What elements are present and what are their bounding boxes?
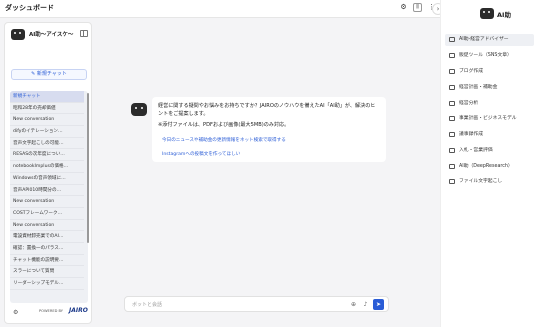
chat-bubble-icon xyxy=(449,116,455,121)
assistant-menu-title: AI助 xyxy=(497,11,511,19)
history-item[interactable]: New conversation xyxy=(10,196,84,208)
menu-item-label: ブログ作成 xyxy=(459,69,483,74)
settings-icon[interactable]: ⚙ xyxy=(399,3,408,12)
chat-bubble-icon xyxy=(449,37,455,42)
powered-by-label: POWERED BY xyxy=(39,309,63,313)
menu-item[interactable]: 販促ツール（SNS文章） xyxy=(445,50,534,62)
menu-item-label: AI助（DeepResearch） xyxy=(459,164,513,169)
header-actions: ⚙ ⫼ ⋮ xyxy=(399,3,436,12)
microphone-icon[interactable]: ♪ xyxy=(361,300,370,309)
chat-bubble-icon xyxy=(449,85,455,90)
history-item[interactable]: 確認：置換一のパラス… xyxy=(10,243,84,255)
history-item[interactable]: notebookImplusの価格… xyxy=(10,161,84,173)
history-item[interactable]: 昭和28年の売却価値 xyxy=(10,103,84,115)
menu-item-label: 経営計画・補助金 xyxy=(459,85,498,90)
chat-bubble-icon xyxy=(449,132,455,137)
menu-item-label: 販促ツール（SNS文章） xyxy=(459,53,512,58)
menu-item-label: 事業計画・ビジネスモデル xyxy=(459,116,517,121)
bot-logo-icon xyxy=(11,29,25,40)
sidebar-toggle-icon[interactable] xyxy=(80,30,88,37)
attach-icon[interactable]: ⊕ xyxy=(349,300,358,309)
chat-bubble-icon xyxy=(449,101,455,106)
chart-icon[interactable]: ⫼ xyxy=(413,3,422,12)
chat-bubble-icon xyxy=(449,69,455,74)
jairo-logo: JAIRO xyxy=(69,307,88,314)
send-button[interactable]: ➤ xyxy=(373,299,384,310)
chat-bubble-icon xyxy=(449,164,455,169)
menu-item[interactable]: 事業計画・ビジネスモデル xyxy=(445,113,534,125)
chat-bubble-icon xyxy=(449,53,455,58)
history-item[interactable]: スラーについて質問 xyxy=(10,266,84,278)
top-header: ダッシュボード ⚙ ⫼ ⋮ xyxy=(0,0,440,18)
menu-item[interactable]: 議事録作成 xyxy=(445,129,534,141)
chat-input-bar[interactable]: ボットと会話 ⊕ ♪ ➤ xyxy=(124,296,389,312)
new-chat-button[interactable]: ✎ 新規チャット xyxy=(11,69,87,80)
history-item[interactable]: 新規チャット xyxy=(10,91,84,103)
chat-input[interactable]: ボットと会話 xyxy=(132,301,162,308)
menu-item-label: AI助-経営アドバイザー xyxy=(459,37,509,42)
history-item[interactable]: New conversation xyxy=(10,114,84,127)
history-item[interactable]: RESASの次年度につい… xyxy=(10,149,84,162)
history-item[interactable]: difyのイテレーション… xyxy=(10,126,84,138)
menu-item-label: ファイル文字起こし xyxy=(459,179,503,184)
new-chat-label: 新規チャット xyxy=(36,71,67,77)
chat-bubble-icon xyxy=(449,148,455,153)
menu-item-label: 経営分析 xyxy=(459,101,479,106)
history-item[interactable]: Windowsの音声領域に… xyxy=(10,173,84,185)
history-item[interactable]: New conversation xyxy=(10,220,84,232)
gear-icon[interactable]: ⚙ xyxy=(13,309,18,316)
suggestion-button[interactable]: 今日のニュースや補助金の更新情報をネット検索で取得する xyxy=(156,136,292,146)
panel-header: AI助〜アイスケ〜 xyxy=(5,23,91,47)
dashboard-page: ダッシュボード ⚙ ⫼ ⋮ › AI助〜アイスケ〜 ✎ 新規チャット 新規チャッ… xyxy=(0,0,536,327)
attachment-note: ※添付ファイルは、PDFおよび画像(最大5MB)のみ対応。 xyxy=(158,122,290,128)
history-list: 新規チャット 昭和28年の売却価値 New conversation difyの… xyxy=(10,91,88,303)
menu-item[interactable]: AI助-経営アドバイザー xyxy=(445,34,534,46)
suggestion-button[interactable]: Instagramへの投稿文を作ってほしい xyxy=(156,150,247,160)
page-title: ダッシュボード xyxy=(5,4,54,12)
bot-logo-icon xyxy=(480,8,494,19)
history-scrollbar[interactable] xyxy=(87,93,89,243)
menu-item[interactable]: ブログ作成 xyxy=(445,66,534,78)
chat-area xyxy=(96,22,433,324)
menu-item-label: 議事録作成 xyxy=(459,132,483,137)
history-item[interactable]: COSTフレームワーク… xyxy=(10,208,84,220)
chat-bubble-icon xyxy=(449,179,455,184)
menu-item[interactable]: AI助（DeepResearch） xyxy=(445,161,534,173)
menu-item[interactable]: ファイル文字起こし xyxy=(445,176,534,188)
menu-item-label: 入札・営業評価 xyxy=(459,148,493,153)
history-item[interactable]: 音声API010時間分の… xyxy=(10,185,84,197)
history-item[interactable]: 音声文字起こしの可能… xyxy=(10,138,84,150)
history-item[interactable]: チャット機能の説明要… xyxy=(10,255,84,267)
menu-item[interactable]: 経営計画・補助金 xyxy=(445,82,534,94)
chat-history-panel: AI助〜アイスケ〜 ✎ 新規チャット 新規チャット 昭和28年の売却価値 New… xyxy=(4,22,92,324)
menu-item[interactable]: 経営分析 xyxy=(445,98,534,110)
history-item[interactable]: リーダーシップモデル… xyxy=(10,278,84,290)
panel-title: AI助〜アイスケ〜 xyxy=(29,32,74,38)
menu-item[interactable]: 入札・営業評価 xyxy=(445,145,534,157)
bot-avatar-icon xyxy=(131,103,147,116)
welcome-text: 経営に関する疑問やお悩みをお持ちですか？JAIROのノウハウを備えたAI「AI助… xyxy=(158,103,376,117)
history-item[interactable]: 電設資材卸売業でのAI… xyxy=(10,231,84,243)
